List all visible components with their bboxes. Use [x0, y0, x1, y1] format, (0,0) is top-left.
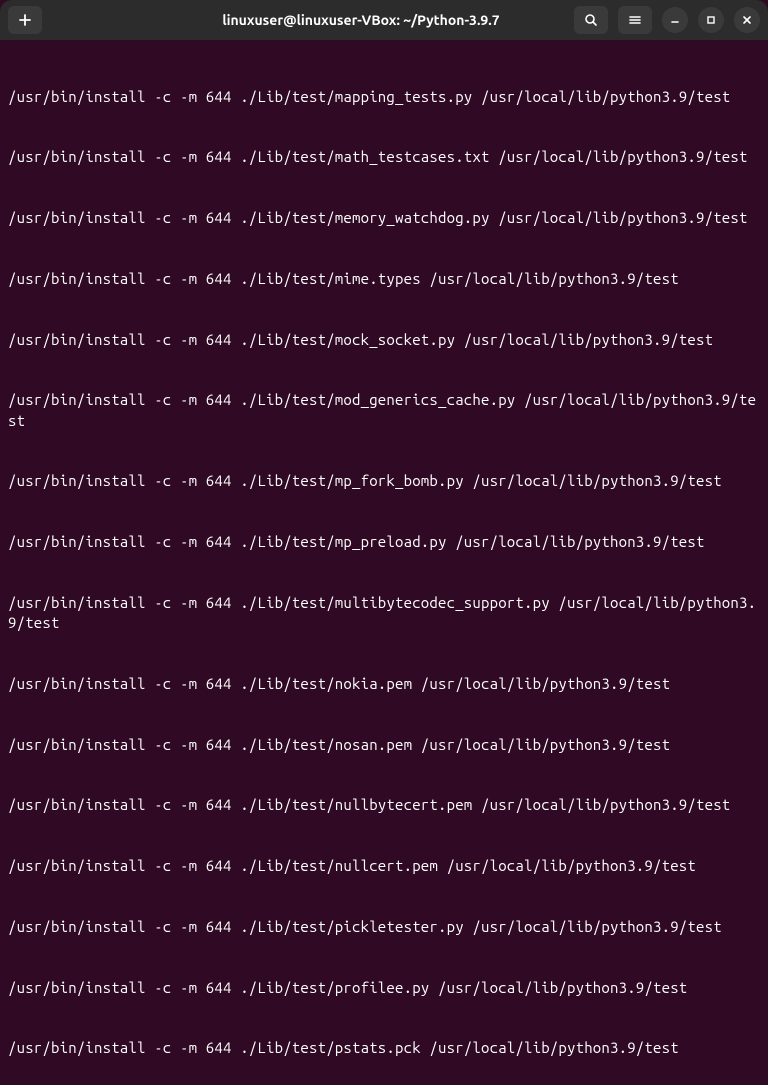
terminal-line: /usr/bin/install -c -m 644 ./Lib/test/mi…: [8, 269, 760, 289]
terminal-line: /usr/bin/install -c -m 644 ./Lib/test/mo…: [8, 390, 760, 431]
window-titlebar: linuxuser@linuxuser-VBox: ~/Python-3.9.7: [0, 0, 768, 40]
window-title: linuxuser@linuxuser-VBox: ~/Python-3.9.7: [148, 11, 574, 30]
terminal-line: /usr/bin/install -c -m 644 ./Lib/test/nu…: [8, 795, 760, 815]
terminal-line: /usr/bin/install -c -m 644 ./Lib/test/no…: [8, 735, 760, 755]
maximize-button[interactable]: [698, 7, 724, 33]
titlebar-right-section: [574, 6, 760, 34]
terminal-line: /usr/bin/install -c -m 644 ./Lib/test/mo…: [8, 330, 760, 350]
terminal-line: /usr/bin/install -c -m 644 ./Lib/test/mp…: [8, 471, 760, 491]
close-button[interactable]: [734, 7, 760, 33]
search-icon: [584, 13, 598, 27]
terminal-line: /usr/bin/install -c -m 644 ./Lib/test/me…: [8, 208, 760, 228]
hamburger-icon: [628, 13, 642, 27]
terminal-line: /usr/bin/install -c -m 644 ./Lib/test/no…: [8, 674, 760, 694]
terminal-line: /usr/bin/install -c -m 644 ./Lib/test/ma…: [8, 87, 760, 107]
terminal-output[interactable]: /usr/bin/install -c -m 644 ./Lib/test/ma…: [0, 40, 768, 1085]
menu-button[interactable]: [618, 6, 652, 34]
close-icon: [741, 14, 753, 26]
terminal-line: /usr/bin/install -c -m 644 ./Lib/test/pr…: [8, 978, 760, 998]
terminal-line: /usr/bin/install -c -m 644 ./Lib/test/mu…: [8, 593, 760, 634]
terminal-line: /usr/bin/install -c -m 644 ./Lib/test/mp…: [8, 532, 760, 552]
new-tab-button[interactable]: [8, 6, 42, 34]
minimize-icon: [669, 14, 681, 26]
terminal-line: /usr/bin/install -c -m 644 ./Lib/test/ps…: [8, 1038, 760, 1058]
terminal-line: /usr/bin/install -c -m 644 ./Lib/test/nu…: [8, 856, 760, 876]
titlebar-left-section: [8, 6, 148, 34]
search-button[interactable]: [574, 6, 608, 34]
terminal-line: /usr/bin/install -c -m 644 ./Lib/test/ma…: [8, 147, 760, 167]
maximize-icon: [705, 14, 717, 26]
plus-icon: [18, 13, 32, 27]
minimize-button[interactable]: [662, 7, 688, 33]
terminal-line: /usr/bin/install -c -m 644 ./Lib/test/pi…: [8, 917, 760, 937]
